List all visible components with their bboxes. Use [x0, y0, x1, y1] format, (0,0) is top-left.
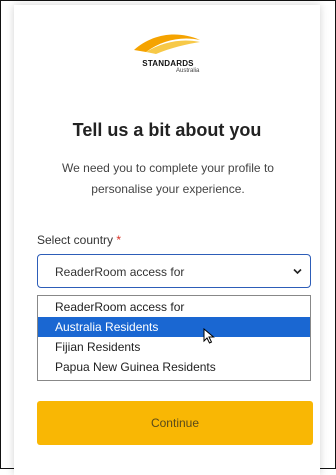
logo-wordmark: STANDARDS: [142, 59, 194, 68]
mouse-cursor-icon: [203, 328, 215, 344]
dropdown-option-highlighted[interactable]: Australia Residents: [38, 317, 310, 337]
standards-australia-logo: STANDARDS Australia: [118, 30, 218, 86]
page-title: Tell us a bit about you: [72, 120, 262, 140]
logo-swoosh-icon: [134, 34, 200, 54]
required-marker: *: [116, 233, 122, 247]
chevron-down-icon: [293, 268, 302, 275]
dropdown-option[interactable]: Fijian Residents: [38, 337, 310, 357]
dropdown-option[interactable]: ReaderRoom access for: [38, 297, 310, 317]
page-description: We need you to complete your profile to …: [62, 161, 274, 196]
logo-subtext: Australia: [176, 68, 200, 74]
continue-button[interactable]: Continue: [37, 401, 313, 445]
dropdown-option[interactable]: Papua New Guinea Residents: [38, 357, 310, 377]
country-field-label: Select country *: [37, 233, 121, 247]
country-label-text: Select country: [37, 233, 114, 247]
country-select-value: ReaderRoom access for: [55, 265, 185, 279]
country-select[interactable]: ReaderRoom access for: [37, 254, 311, 288]
country-dropdown-list: ReaderRoom access for Australia Resident…: [37, 295, 311, 381]
